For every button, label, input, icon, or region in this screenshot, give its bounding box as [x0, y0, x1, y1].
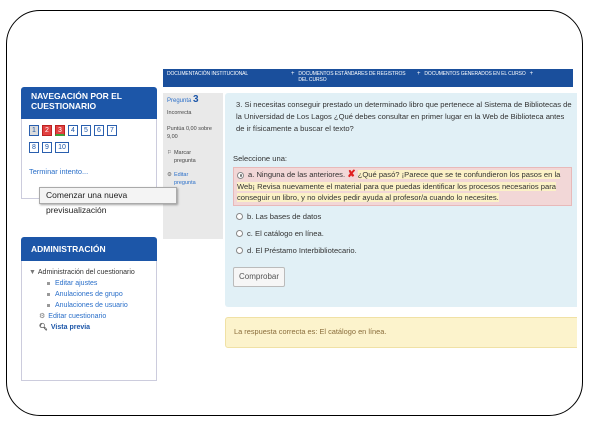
answer-option-label: d. El Préstamo Interbibliotecario.	[247, 245, 357, 255]
admin-item-label: Anulaciones de usuario	[55, 302, 128, 309]
topnav-item-estandares[interactable]: + DOCUMENTOS ESTÁNDARES DE REGISTROS DEL…	[285, 69, 411, 85]
question-nav-2[interactable]: 2	[42, 125, 52, 136]
triangle-down-icon: ▼	[29, 269, 36, 276]
select-one-label: Seleccione una:	[233, 154, 288, 163]
check-button[interactable]: Comprobar	[233, 266, 286, 287]
gear-icon: ⚙	[167, 172, 172, 178]
question-number-label: Pregunta 3	[167, 94, 219, 105]
new-preview-tooltip[interactable]: Comenzar una nueva previsualización	[39, 187, 177, 215]
question-nav-10[interactable]: 10	[55, 142, 69, 153]
question-nav-4[interactable]: 4	[68, 125, 78, 136]
question-nav-7[interactable]: 7	[107, 125, 117, 136]
question-info: Pregunta 3 Incorrecta Puntúa 0,00 sobre …	[163, 93, 223, 239]
radio-button[interactable]	[236, 213, 243, 220]
admin-item-anulaciones-grupo[interactable]: Anulaciones de grupo	[29, 289, 155, 300]
radio-selected[interactable]	[237, 171, 244, 179]
answer-option-label: c. El catálogo en línea.	[247, 228, 324, 238]
moodle-screenshot: DOCUMENTACIÓN INSTITUCIONAL + DOCUMENTOS…	[19, 69, 577, 381]
radio-button[interactable]	[236, 230, 243, 237]
answer-option-a[interactable]: a. Ninguna de las anteriores. ✘ ¿Qué pas…	[233, 167, 572, 206]
magnifier-icon: 🔍︎	[39, 324, 48, 331]
admin-item-label: Editar ajustes	[55, 280, 98, 287]
finish-attempt-link[interactable]: Terminar intento...	[29, 167, 88, 176]
answer-option-b[interactable]: b. Las bases de datos	[233, 211, 572, 223]
admin-item-anulaciones-usuario[interactable]: Anulaciones de usuario	[29, 300, 155, 311]
question-number: 3	[193, 94, 199, 105]
admin-root-item[interactable]: ▼ Administración del cuestionario	[29, 267, 155, 278]
cross-icon: ✘	[347, 169, 356, 180]
admin-item-editar-ajustes[interactable]: Editar ajustes	[29, 278, 155, 289]
bullet-icon	[47, 281, 50, 285]
topnav-label: DOCUMENTOS ESTÁNDARES DE REGISTROS DEL C…	[298, 71, 406, 83]
question-number-grid: 1 2 3 4 5 6 7 8 9 10	[29, 125, 149, 153]
radio-button[interactable]	[236, 247, 243, 254]
admin-root-label: Administración del cuestionario	[37, 269, 135, 276]
flag-icon: ⚐	[167, 150, 172, 156]
plus-icon: +	[417, 71, 421, 77]
question-nav-5[interactable]: 5	[81, 125, 91, 136]
question-panel: 3. Si necesitas conseguir prestado un de…	[225, 93, 577, 307]
top-navigation-bar: DOCUMENTACIÓN INSTITUCIONAL + DOCUMENTOS…	[163, 69, 573, 87]
answer-option-c[interactable]: c. El catálogo en línea.	[233, 228, 572, 240]
question-nav-3[interactable]: 3	[55, 125, 65, 136]
plus-icon: +	[529, 71, 534, 77]
admin-item-label: Anulaciones de grupo	[55, 291, 123, 298]
edit-question-link[interactable]: ⚙ Editar pregunta	[167, 171, 219, 187]
question-nav-1[interactable]: 1	[29, 125, 39, 136]
quiz-navigation-header: NAVEGACIÓN POR EL CUESTIONARIO	[21, 87, 157, 119]
topnav-label: DOCUMENTOS GENERADOS EN EL CURSO	[424, 71, 526, 77]
flag-question-label: Marcar pregunta	[173, 150, 196, 164]
topnav-item-institucional[interactable]: DOCUMENTACIÓN INSTITUCIONAL	[163, 69, 285, 79]
administration-list: ▼ Administración del cuestionario Editar…	[29, 267, 155, 333]
slide-frame: DOCUMENTACIÓN INSTITUCIONAL + DOCUMENTOS…	[6, 10, 583, 416]
answer-option-d[interactable]: d. El Préstamo Interbibliotecario.	[233, 245, 572, 257]
answer-option-label: b. Las bases de datos	[247, 211, 322, 221]
gear-icon: ⚙	[39, 313, 46, 320]
bullet-icon	[47, 292, 50, 296]
correct-answer-panel: La respuesta correcta es: El catálogo en…	[225, 317, 577, 348]
topnav-label: DOCUMENTACIÓN INSTITUCIONAL	[167, 71, 249, 77]
topnav-item-generados[interactable]: + DOCUMENTOS GENERADOS EN EL CURSO +	[411, 69, 551, 79]
question-label-text: Pregunta	[167, 98, 192, 104]
question-nav-9[interactable]: 9	[42, 142, 52, 153]
question-nav-6[interactable]: 6	[94, 125, 104, 136]
admin-item-editar-cuestionario[interactable]: ⚙ Editar cuestionario	[29, 311, 155, 322]
answer-option-label: a. Ninguna de las anteriores.	[248, 170, 346, 179]
question-grade: Puntúa 0,00 sobre 9,00	[167, 126, 212, 140]
bullet-icon	[47, 303, 50, 307]
admin-item-label: Vista previa	[50, 324, 91, 331]
flag-question[interactable]: ⚐ Marcar pregunta	[167, 149, 219, 165]
plus-icon: +	[291, 71, 295, 77]
admin-item-label: Editar cuestionario	[48, 313, 107, 320]
admin-item-vista-previa[interactable]: 🔍︎ Vista previa	[29, 322, 155, 333]
question-state: Incorrecta	[167, 110, 192, 116]
edit-question-label: Editar pregunta	[173, 172, 196, 186]
question-text: 3. Si necesitas conseguir prestado un de…	[236, 100, 572, 133]
question-nav-8[interactable]: 8	[29, 142, 39, 153]
administration-header: ADMINISTRACIÓN	[21, 237, 157, 261]
